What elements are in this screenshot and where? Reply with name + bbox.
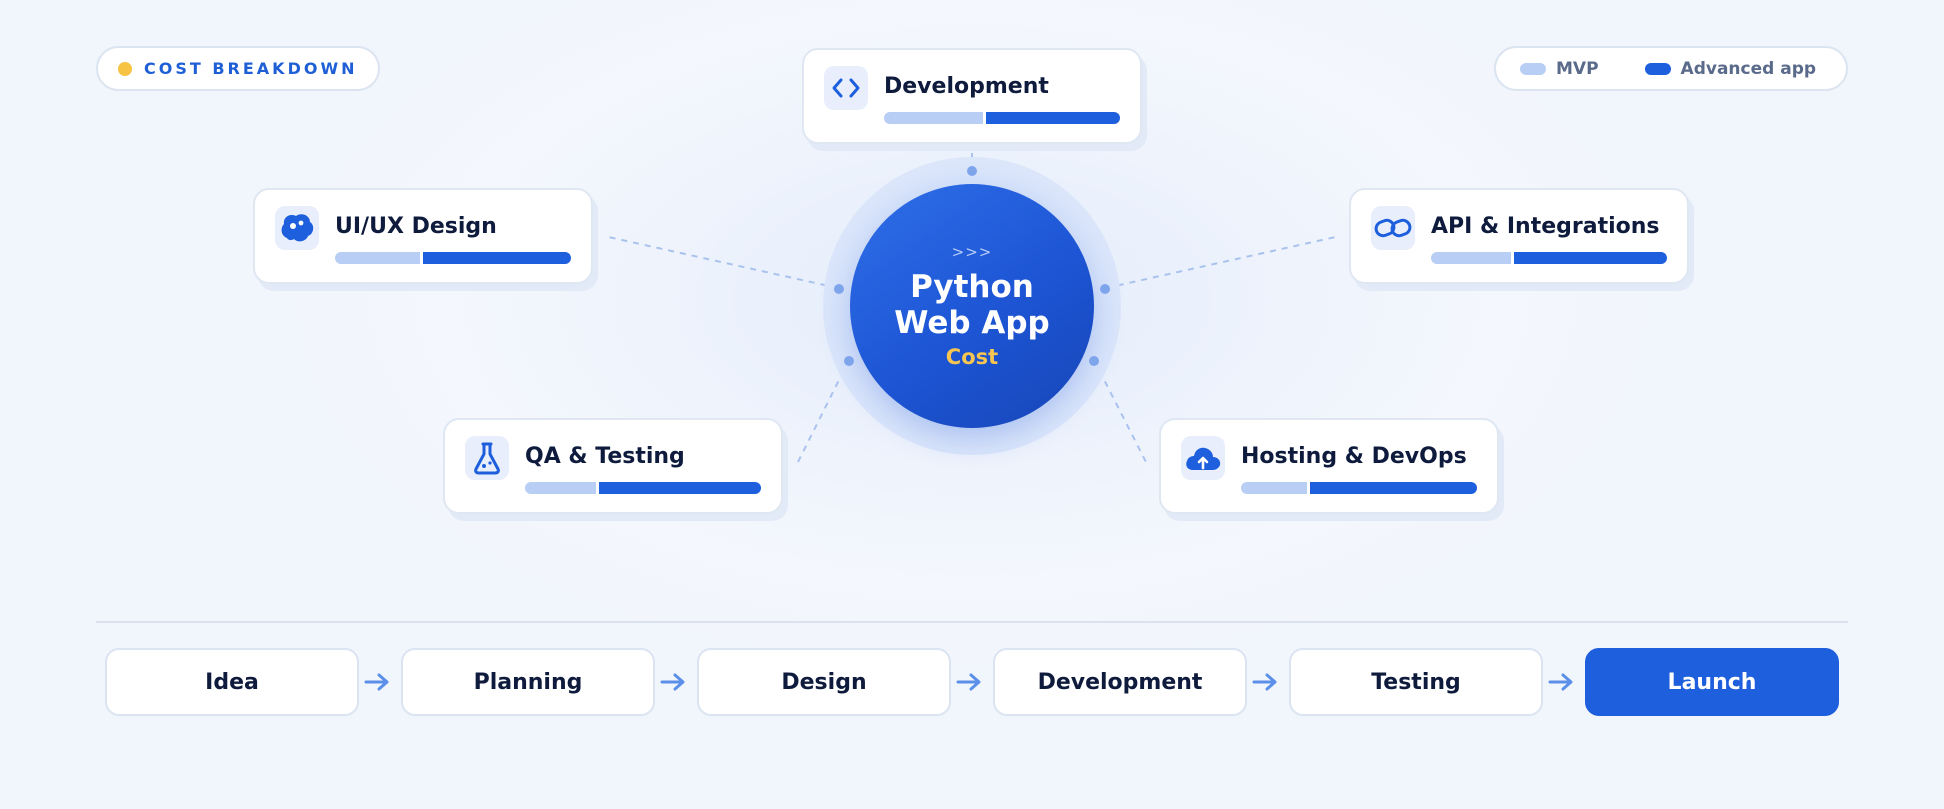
- advanced-segment: [986, 112, 1120, 124]
- node-uiux-design[interactable]: UI/UX Design: [253, 188, 593, 284]
- node-api-integrations[interactable]: API & Integrations: [1349, 188, 1689, 284]
- arrow-right-icon: [1548, 673, 1573, 691]
- hub-anchor-bottom-right: [1089, 356, 1099, 366]
- hub-title-line1: Python: [910, 269, 1034, 305]
- mvp-segment: [1241, 482, 1307, 494]
- node-title: UI/UX Design: [335, 214, 497, 239]
- timeline-step-planning[interactable]: Planning: [401, 648, 655, 716]
- advanced-segment: [423, 252, 571, 264]
- legend-swatch-mvp: [1520, 62, 1546, 75]
- timeline-step-testing[interactable]: Testing: [1289, 648, 1543, 716]
- legend: MVP Advanced app: [1494, 46, 1848, 91]
- hub-circle: >>> Python Web App Cost: [850, 184, 1094, 428]
- hub-subtitle: Cost: [945, 345, 999, 369]
- badge-dot: [118, 61, 132, 76]
- hub-title-line2: Web App: [894, 305, 1050, 341]
- arrow-right-icon: [364, 673, 389, 691]
- node-title: Development: [884, 74, 1049, 99]
- legend-swatch-advanced: [1644, 62, 1671, 75]
- badge-label: COST BREAKDOWN: [144, 59, 358, 78]
- node-development[interactable]: Development: [802, 48, 1142, 144]
- hub-anchor-right: [1100, 284, 1110, 294]
- hub-chevrons: >>>: [951, 243, 993, 261]
- cost-bar: [1241, 482, 1477, 494]
- connector-uiux: [603, 235, 839, 289]
- cloud-upload-icon: [1181, 436, 1225, 480]
- arrow-right-icon: [956, 673, 981, 691]
- legend-label-advanced: Advanced app: [1680, 58, 1817, 79]
- mvp-segment: [525, 482, 596, 494]
- timeline-step-design[interactable]: Design: [697, 648, 951, 716]
- advanced-segment: [1514, 252, 1667, 264]
- arrow-right-icon: [1252, 673, 1277, 691]
- hub-anchor-top: [967, 166, 977, 176]
- advanced-segment: [1310, 482, 1477, 494]
- connector-api: [1105, 235, 1341, 289]
- mvp-segment: [335, 252, 420, 264]
- link-icon: [1371, 206, 1415, 250]
- advanced-segment: [599, 482, 761, 494]
- cost-bar: [1431, 252, 1667, 264]
- hub-anchor-left: [834, 284, 844, 294]
- node-hosting-devops[interactable]: Hosting & DevOps: [1159, 418, 1499, 514]
- node-title: Hosting & DevOps: [1241, 444, 1467, 469]
- mvp-segment: [1431, 252, 1511, 264]
- node-title: API & Integrations: [1431, 214, 1660, 239]
- code-icon: [824, 66, 868, 110]
- hub-anchor-bottom-left: [844, 356, 854, 366]
- mvp-segment: [884, 112, 983, 124]
- timeline-step-development[interactable]: Development: [993, 648, 1247, 716]
- brain-icon: [275, 206, 319, 250]
- timeline-step-launch[interactable]: Launch: [1585, 648, 1839, 716]
- section-divider: [96, 621, 1848, 623]
- cost-bar: [335, 252, 571, 264]
- timeline-step-idea[interactable]: Idea: [105, 648, 359, 716]
- cost-bar: [884, 112, 1120, 124]
- legend-label-mvp: MVP: [1556, 58, 1599, 79]
- cost-breakdown-badge: COST BREAKDOWN: [96, 46, 380, 91]
- arrow-right-icon: [660, 673, 685, 691]
- cost-bar: [525, 482, 761, 494]
- node-title: QA & Testing: [525, 444, 685, 469]
- node-qa-testing[interactable]: QA & Testing: [443, 418, 783, 514]
- flask-icon: [465, 436, 509, 480]
